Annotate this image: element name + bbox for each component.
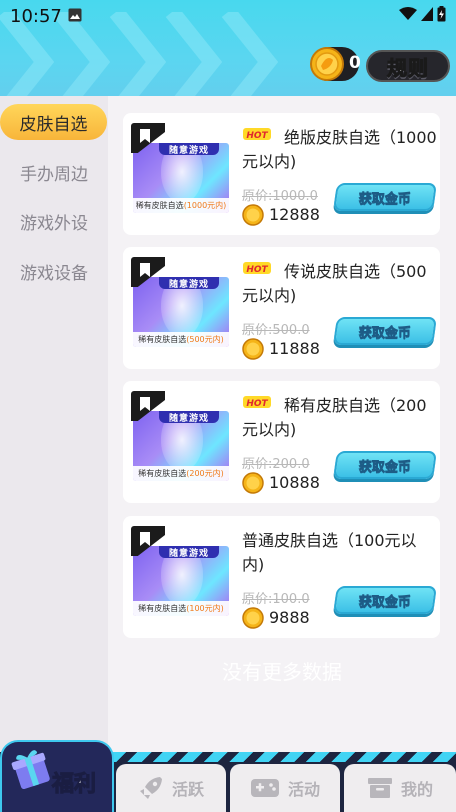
tab-label: 活动 — [287, 780, 320, 799]
product-card[interactable]: 随意游戏 稀有皮肤自选(500元内) HOT 传说皮肤自选（500元以内) 原价… — [123, 247, 440, 369]
image-notification-icon — [68, 8, 82, 22]
get-coins-button[interactable]: 获取金币 — [333, 451, 437, 479]
tab-active[interactable]: 活跃 — [116, 764, 226, 812]
sidebar-item-skins[interactable]: 皮肤自选 — [0, 104, 107, 140]
gift-icon — [11, 750, 50, 790]
coin-icon — [242, 472, 264, 494]
product-title: 普通皮肤自选（100元以内) — [242, 531, 417, 574]
product-image: 随意游戏 稀有皮肤自选(1000元内) — [133, 143, 229, 213]
product-card[interactable]: 随意游戏 稀有皮肤自选(1000元内) HOT 绝版皮肤自选（1000元以内) … — [123, 113, 440, 235]
system-icons — [399, 6, 446, 22]
signal-icon — [421, 7, 433, 21]
tab-mine[interactable]: 我的 — [344, 764, 456, 812]
thumb-caption: 稀有皮肤自选(500元内) — [133, 332, 229, 347]
thumb-banner: 随意游戏 — [159, 143, 219, 156]
hero-silhouette — [161, 419, 203, 471]
thumb-banner: 随意游戏 — [159, 411, 219, 424]
chevron-decoration — [162, 7, 223, 96]
sidebar-item-label: 手办周边 — [20, 164, 88, 185]
rules-label: 规则 — [387, 55, 429, 80]
product-image: 随意游戏 稀有皮肤自选(200元内) — [133, 411, 229, 481]
hero-silhouette — [161, 151, 203, 203]
coin-price: 9888 — [269, 608, 310, 627]
product-card[interactable]: 随意游戏 稀有皮肤自选(200元内) HOT 稀有皮肤自选（200元以内) 原价… — [123, 381, 440, 503]
rules-button[interactable]: 规则 — [366, 50, 450, 82]
battery-icon — [437, 6, 446, 22]
hero-silhouette — [161, 554, 203, 606]
welfare-label: 福利 — [51, 772, 97, 798]
no-more-data-text: 没有更多数据 — [222, 660, 342, 684]
sidebar-item-figures[interactable]: 手办周边 — [0, 154, 108, 190]
thumb-banner: 随意游戏 — [159, 546, 219, 559]
coin-count: 0 — [349, 53, 361, 73]
thumb-caption: 稀有皮肤自选(200元内) — [133, 466, 229, 481]
sidebar-item-label: 游戏设备 — [20, 263, 88, 284]
get-coins-button[interactable]: 获取金币 — [333, 317, 437, 345]
hero-silhouette — [161, 285, 203, 337]
tab-label: 我的 — [400, 780, 433, 799]
coin-price: 10888 — [269, 473, 320, 492]
coin-icon — [242, 204, 264, 226]
category-sidebar: 皮肤自选 手办周边 游戏外设 游戏设备 — [0, 96, 108, 756]
sidebar-item-label: 游戏外设 — [20, 213, 88, 234]
sidebar-item-label: 皮肤自选 — [19, 114, 88, 135]
header: 10:57 0 规则 — [0, 0, 456, 96]
sidebar-item-peripherals[interactable]: 游戏外设 — [0, 203, 108, 239]
get-coins-button[interactable]: 获取金币 — [333, 183, 437, 211]
thumb-banner: 随意游戏 — [159, 277, 219, 290]
original-price: 原价:200.0 — [242, 457, 310, 472]
original-price: 原价:100.0 — [242, 592, 310, 607]
original-price: 原价:1000.0 — [242, 189, 318, 204]
thumb-caption: 稀有皮肤自选(1000元内) — [133, 198, 229, 213]
box-icon — [367, 778, 392, 798]
product-card[interactable]: 随意游戏 稀有皮肤自选(100元内) 普通皮肤自选（100元以内) 原价:100… — [123, 516, 440, 638]
product-title: 绝版皮肤自选（1000元以内) — [242, 128, 437, 171]
product-image: 随意游戏 稀有皮肤自选(500元内) — [133, 277, 229, 347]
rocket-icon — [139, 777, 162, 799]
coin-price: 12888 — [269, 205, 320, 224]
stripe-decoration — [112, 752, 456, 762]
thumb-caption: 稀有皮肤自选(100元内) — [133, 601, 229, 616]
coin-balance[interactable]: 0 — [310, 47, 361, 81]
tab-label: 活跃 — [171, 780, 204, 799]
original-price: 原价:500.0 — [242, 323, 310, 338]
tab-welfare[interactable]: 福利 — [0, 740, 114, 812]
coin-icon — [310, 47, 344, 81]
get-coins-button[interactable]: 获取金币 — [333, 586, 437, 614]
chevron-decoration — [218, 7, 279, 96]
tab-activity[interactable]: 活动 — [230, 764, 340, 812]
product-title: 传说皮肤自选（500元以内) — [242, 262, 427, 305]
chevron-decoration — [106, 7, 167, 96]
coin-price: 11888 — [269, 339, 320, 358]
wifi-icon — [399, 7, 417, 20]
product-image: 随意游戏 稀有皮肤自选(100元内) — [133, 546, 229, 616]
coin-icon — [242, 607, 264, 629]
gamepad-icon — [250, 779, 279, 797]
coin-icon — [242, 338, 264, 360]
status-time: 10:57 — [10, 6, 62, 27]
sidebar-item-devices[interactable]: 游戏设备 — [0, 253, 108, 289]
product-title: 稀有皮肤自选（200元以内) — [242, 396, 427, 439]
